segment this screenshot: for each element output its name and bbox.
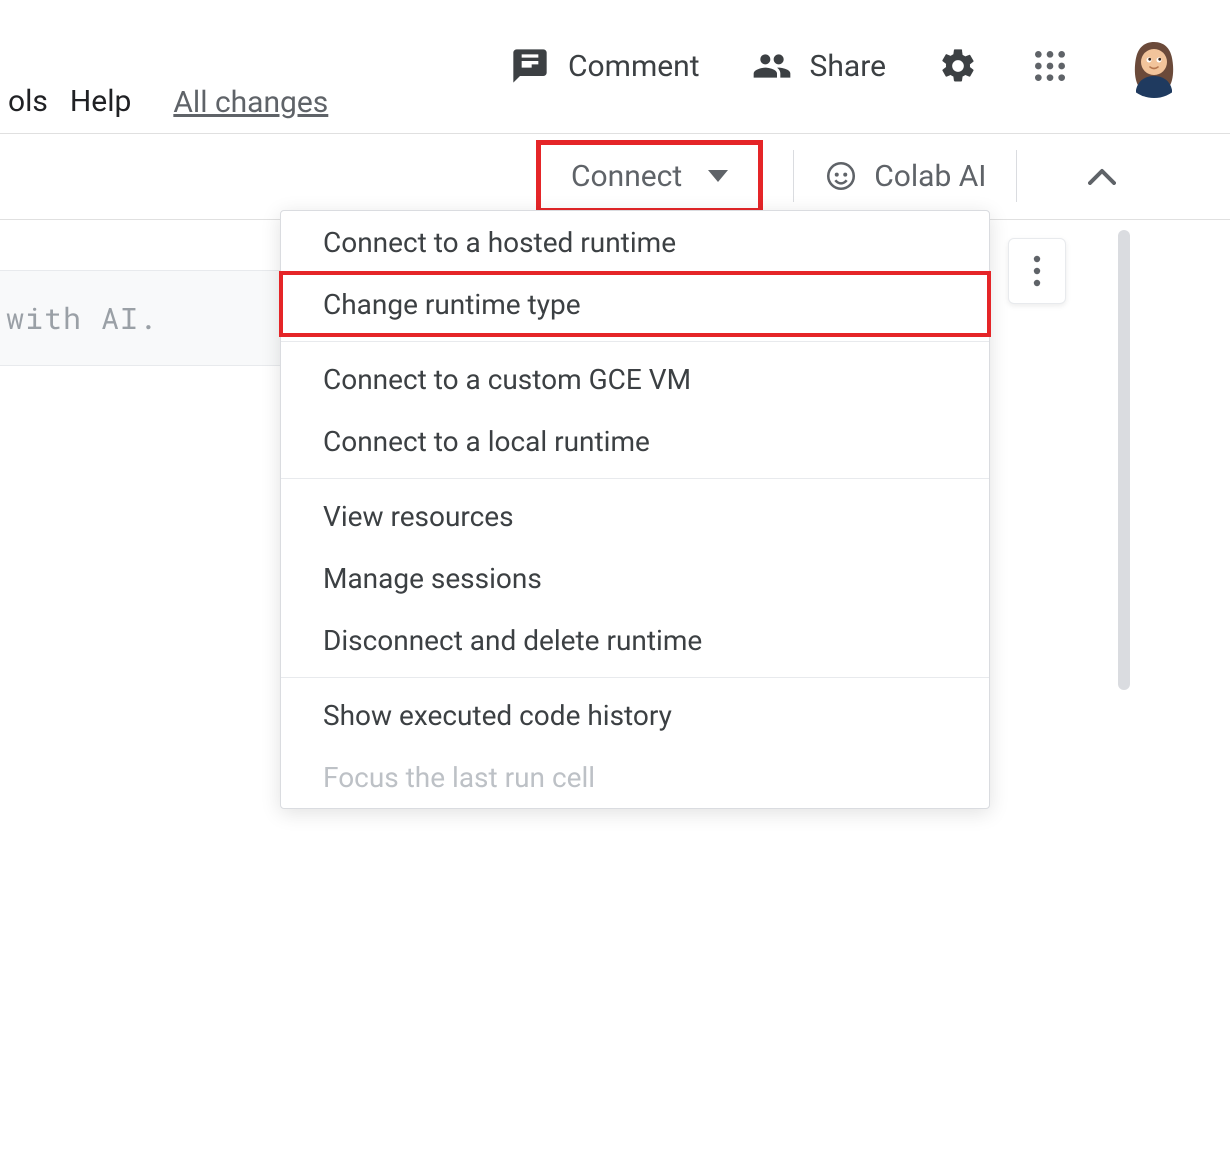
- connect-dropdown-menu: Connect to a hosted runtime Change runti…: [280, 210, 990, 809]
- settings-button[interactable]: [938, 46, 978, 86]
- chevron-up-icon: [1088, 167, 1116, 185]
- colab-ai-label: Colab AI: [874, 159, 986, 194]
- menu-separator: [281, 341, 989, 342]
- all-changes-link[interactable]: All changes: [173, 86, 328, 119]
- cell-overflow-button[interactable]: [1008, 238, 1066, 304]
- menu-separator: [281, 478, 989, 479]
- code-cell-placeholder[interactable]: with AI.: [0, 270, 280, 366]
- account-avatar[interactable]: [1122, 34, 1186, 98]
- toolbar-row: Connect Colab AI: [0, 134, 1230, 220]
- menu-connect-hosted[interactable]: Connect to a hosted runtime: [281, 211, 989, 273]
- share-label: Share: [810, 49, 886, 84]
- cell-placeholder-text: with AI.: [6, 299, 158, 338]
- connect-label: Connect: [571, 159, 682, 194]
- menu-bar: ols Help All changes: [0, 84, 328, 119]
- divider: [1016, 150, 1017, 202]
- people-icon: [752, 46, 792, 86]
- menu-manage-sessions[interactable]: Manage sessions: [281, 547, 989, 609]
- connect-dropdown-button[interactable]: Connect: [536, 140, 763, 213]
- menu-code-history[interactable]: Show executed code history: [281, 684, 989, 746]
- menu-disconnect[interactable]: Disconnect and delete runtime: [281, 609, 989, 671]
- spark-icon: [824, 159, 858, 193]
- divider: [793, 150, 794, 202]
- gear-icon: [938, 46, 978, 86]
- scrollbar[interactable]: [1118, 230, 1130, 690]
- comment-label: Comment: [568, 49, 700, 84]
- comment-icon: [510, 46, 550, 86]
- menu-focus-last-cell: Focus the last run cell: [281, 746, 989, 808]
- caret-down-icon: [708, 170, 728, 182]
- apps-grid-icon: [1030, 46, 1070, 86]
- share-button[interactable]: Share: [752, 46, 886, 86]
- top-bar: ols Help All changes Comment Share: [0, 0, 1230, 134]
- comment-button[interactable]: Comment: [510, 46, 700, 86]
- collapse-button[interactable]: [1077, 151, 1127, 201]
- menu-view-resources[interactable]: View resources: [281, 485, 989, 547]
- apps-button[interactable]: [1030, 46, 1070, 86]
- colab-ai-button[interactable]: Colab AI: [824, 159, 986, 194]
- menu-tools[interactable]: ols: [0, 84, 62, 119]
- menu-separator: [281, 677, 989, 678]
- header-actions: Comment Share: [510, 34, 1186, 98]
- menu-help[interactable]: Help: [62, 84, 145, 119]
- menu-change-runtime-type[interactable]: Change runtime type: [281, 273, 989, 335]
- more-vert-icon: [1032, 254, 1042, 288]
- menu-connect-gce[interactable]: Connect to a custom GCE VM: [281, 348, 989, 410]
- menu-connect-local[interactable]: Connect to a local runtime: [281, 410, 989, 472]
